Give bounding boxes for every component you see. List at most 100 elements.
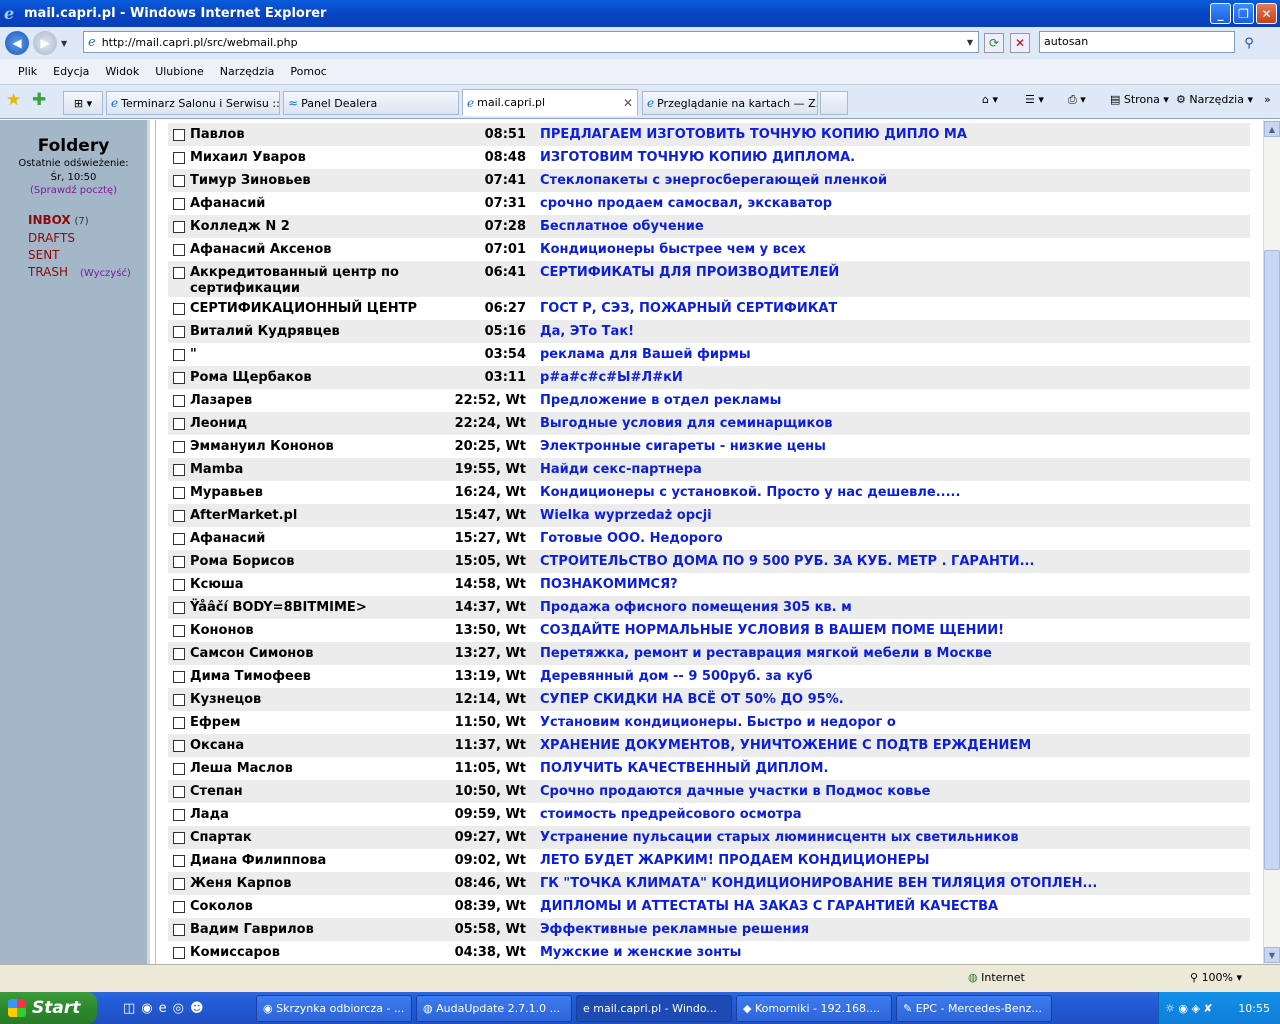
message-row[interactable]: Павлов 08:51 ПРЕДЛАГАЕМ ИЗГОТОВИТЬ ТОЧНУЮ … xyxy=(168,123,1250,146)
message-subject-link[interactable]: ХРАНЕНИЕ ДОКУМЕНТОВ, УНИЧТОЖЕНИЕ С ПОДТВ… xyxy=(540,734,1250,757)
message-row[interactable]: Афанасий 07:31 срочно продаем самосвал, эк… xyxy=(168,192,1250,215)
message-subject-link[interactable]: ГОСТ Р, СЭЗ, ПОЖАРНЫЙ СЕРТИФИКАТ xyxy=(540,297,1250,320)
message-subject-link[interactable]: Кондиционеры с установкой. Просто у нас … xyxy=(540,481,1250,504)
scroll-up-icon[interactable]: ▲ xyxy=(1264,121,1280,137)
message-checkbox[interactable] xyxy=(173,303,185,315)
message-checkbox[interactable] xyxy=(173,648,185,660)
message-row[interactable]: СЕРТИФИКАЦИОННЫЙ ЦЕНТР 06:27 ГОСТ Р, СЭЗ, … xyxy=(168,297,1250,320)
message-checkbox[interactable] xyxy=(173,395,185,407)
home-icon[interactable]: ⌂ ▾ xyxy=(982,93,998,106)
message-checkbox[interactable] xyxy=(173,487,185,499)
quick-launch-icon[interactable]: ☻ xyxy=(190,1001,204,1016)
folder-trash[interactable]: TRASH (Wyczyść) xyxy=(28,264,147,282)
message-checkbox[interactable] xyxy=(173,694,185,706)
new-tab-button[interactable] xyxy=(820,91,848,115)
message-subject-link[interactable]: Перетяжка, ремонт и реставрация мягкой м… xyxy=(540,642,1250,665)
message-row[interactable]: Аккредитованный центр по сертификации 06:… xyxy=(168,261,1250,297)
message-checkbox[interactable] xyxy=(173,602,185,614)
message-subject-link[interactable]: р#а#с#с#Ы#Л#кИ xyxy=(540,366,1250,389)
tab-panel-dealera[interactable]: ≈ Panel Dealera xyxy=(283,91,459,115)
message-subject-link[interactable]: ДИПЛОМЫ И АТТЕСТАТЫ НА ЗАКАЗ С ГАРАНТИЕЙ… xyxy=(540,895,1250,918)
message-subject-link[interactable]: Деревянный дом -- 9 500руб. за куб xyxy=(540,665,1250,688)
message-checkbox[interactable] xyxy=(173,878,185,890)
message-subject-link[interactable]: Продажа офисного помещения 305 кв. м xyxy=(540,596,1250,619)
message-checkbox[interactable] xyxy=(173,175,185,187)
message-subject-link[interactable]: ЛЕТО БУДЕТ ЖАРКИМ! ПРОДАЕМ КОНДИЦИОНЕРЫ xyxy=(540,849,1250,872)
message-row[interactable]: Дима Тимофеев 13:19, Wt Деревянный дом -- … xyxy=(168,665,1250,688)
message-row[interactable]: Эммануил Кононов 20:25, Wt Электронные сиг… xyxy=(168,435,1250,458)
message-subject-link[interactable]: Выгодные условия для семинарщиков xyxy=(540,412,1250,435)
task-audaupdate[interactable]: ◍ AudaUpdate 2.7.1.0 ... xyxy=(416,995,572,1022)
message-checkbox[interactable] xyxy=(173,418,185,430)
message-subject-link[interactable]: Стеклопакеты с энергосберегающей пленкой xyxy=(540,169,1250,192)
folder-sent[interactable]: SENT xyxy=(28,247,147,264)
url-input[interactable]: e http://mail.capri.pl/src/webmail.php ▼ xyxy=(83,31,979,53)
message-checkbox[interactable] xyxy=(173,671,185,683)
message-row[interactable]: Лада 09:59, Wt стоимость предрейсового осм… xyxy=(168,803,1250,826)
message-subject-link[interactable]: СОЗДАЙТЕ НОРМАЛЬНЫЕ УСЛОВИЯ В ВАШЕМ ПОМЕ… xyxy=(540,619,1250,642)
menu-file[interactable]: Plik xyxy=(18,65,37,78)
zoom-control[interactable]: ⚲ 100% ▾ xyxy=(1190,971,1242,984)
close-button[interactable]: ✕ xyxy=(1256,3,1277,24)
task-ie-mail[interactable]: e mail.capri.pl - Windo... xyxy=(576,995,732,1022)
history-dropdown-icon[interactable]: ▼ xyxy=(61,39,67,48)
message-row[interactable]: Виталий Кудрявцев 05:16 Да, ЭТо Так! xyxy=(168,320,1250,343)
message-checkbox[interactable] xyxy=(173,901,185,913)
message-row[interactable]: Афанасий Аксенов 07:01 Кондиционеры быстре… xyxy=(168,238,1250,261)
message-checkbox[interactable] xyxy=(173,510,185,522)
message-subject-link[interactable]: Мужские и женские зонты xyxy=(540,941,1250,964)
message-checkbox[interactable] xyxy=(173,267,185,279)
task-komorniki[interactable]: ◆ Komorniki - 192.168.... xyxy=(736,995,892,1022)
message-row[interactable]: Рома Борисов 15:05, Wt СТРОИТЕЛЬСТВО ДОМА … xyxy=(168,550,1250,573)
message-subject-link[interactable]: Кондиционеры быстрее чем у всех xyxy=(540,238,1250,261)
message-row[interactable]: Степан 10:50, Wt Срочно продаются дачные у… xyxy=(168,780,1250,803)
minimize-button[interactable]: _ xyxy=(1210,3,1231,24)
message-subject-link[interactable]: Готовые ООО. Недорого xyxy=(540,527,1250,550)
tab-mail[interactable]: e mail.capri.pl ✕ xyxy=(462,89,638,116)
menu-help[interactable]: Pomoc xyxy=(290,65,326,78)
url-dropdown-icon[interactable]: ▼ xyxy=(962,32,978,52)
message-subject-link[interactable]: Срочно продаются дачные участки в Подмос… xyxy=(540,780,1250,803)
stop-icon[interactable]: ✕ xyxy=(1010,33,1030,53)
message-checkbox[interactable] xyxy=(173,244,185,256)
message-checkbox[interactable] xyxy=(173,832,185,844)
quick-launch-icon[interactable]: ◎ xyxy=(173,1001,184,1016)
message-row[interactable]: Лазарев 22:52, Wt Предложение в отдел рекл… xyxy=(168,389,1250,412)
empty-trash-link[interactable]: (Wyczyść) xyxy=(80,268,131,279)
scroll-thumb[interactable] xyxy=(1264,250,1280,870)
message-row[interactable]: Комиссаров 04:38, Wt Мужские и женские зон… xyxy=(168,941,1250,964)
message-row[interactable]: Женя Карпов 08:46, Wt ГК "ТОЧКА КЛИМАТА" К… xyxy=(168,872,1250,895)
back-button[interactable]: ◀ xyxy=(5,31,29,55)
vertical-scrollbar[interactable]: ▲ ▼ xyxy=(1263,120,1280,964)
task-outlook[interactable]: ◉ Skrzynka odbiorcza - ... xyxy=(256,995,412,1022)
message-checkbox[interactable] xyxy=(173,717,185,729)
message-row[interactable]: Самсон Симонов 13:27, Wt Перетяжка, ремонт… xyxy=(168,642,1250,665)
message-subject-link[interactable]: ПРЕДЛАГАЕМ ИЗГОТОВИТЬ ТОЧНУЮ КОПИЮ ДИПЛО… xyxy=(540,123,1250,146)
message-row[interactable]: Муравьев 16:24, Wt Кондиционеры с установк… xyxy=(168,481,1250,504)
message-subject-link[interactable]: СЕРТИФИКАТЫ ДЛЯ ПРОИЗВОДИТЕЛЕЙ xyxy=(540,261,1250,297)
more-chevron-icon[interactable]: » xyxy=(1264,93,1271,106)
message-row[interactable]: Спартак 09:27, Wt Устранение пульсации ста… xyxy=(168,826,1250,849)
message-row[interactable]: Леонид 22:24, Wt Выгодные условия для семи… xyxy=(168,412,1250,435)
message-checkbox[interactable] xyxy=(173,372,185,384)
message-subject-link[interactable]: ГК "ТОЧКА КЛИМАТА" КОНДИЦИОНИРОВАНИЕ ВЕН… xyxy=(540,872,1250,895)
message-checkbox[interactable] xyxy=(173,326,185,338)
message-row[interactable]: Вадим Гаврилов 05:58, Wt Эффективные рекла… xyxy=(168,918,1250,941)
refresh-icon[interactable]: ⟳ xyxy=(984,33,1004,53)
message-subject-link[interactable]: ИЗГОТОВИМ ТОЧНУЮ КОПИЮ ДИПЛОМА. xyxy=(540,146,1250,169)
scroll-down-icon[interactable]: ▼ xyxy=(1264,947,1280,963)
message-subject-link[interactable]: Найди секс-партнера xyxy=(540,458,1250,481)
menu-edit[interactable]: Edycja xyxy=(53,65,89,78)
message-checkbox[interactable] xyxy=(173,464,185,476)
message-row[interactable]: Колледж N 2 07:28 Бесплатное обучение xyxy=(168,215,1250,238)
message-checkbox[interactable] xyxy=(173,855,185,867)
message-checkbox[interactable] xyxy=(173,533,185,545)
message-subject-link[interactable]: реклама для Вашей фирмы xyxy=(540,343,1250,366)
message-checkbox[interactable] xyxy=(173,349,185,361)
message-checkbox[interactable] xyxy=(173,198,185,210)
message-row[interactable]: Кононов 13:50, Wt СОЗДАЙТЕ НОРМАЛЬНЫЕ УСЛО… xyxy=(168,619,1250,642)
search-icon[interactable]: ⚲ xyxy=(1239,33,1259,53)
message-checkbox[interactable] xyxy=(173,924,185,936)
message-subject-link[interactable]: стоимость предрейсового осмотра xyxy=(540,803,1250,826)
check-mail-link[interactable]: (Sprawdź pocztę) xyxy=(0,185,147,196)
